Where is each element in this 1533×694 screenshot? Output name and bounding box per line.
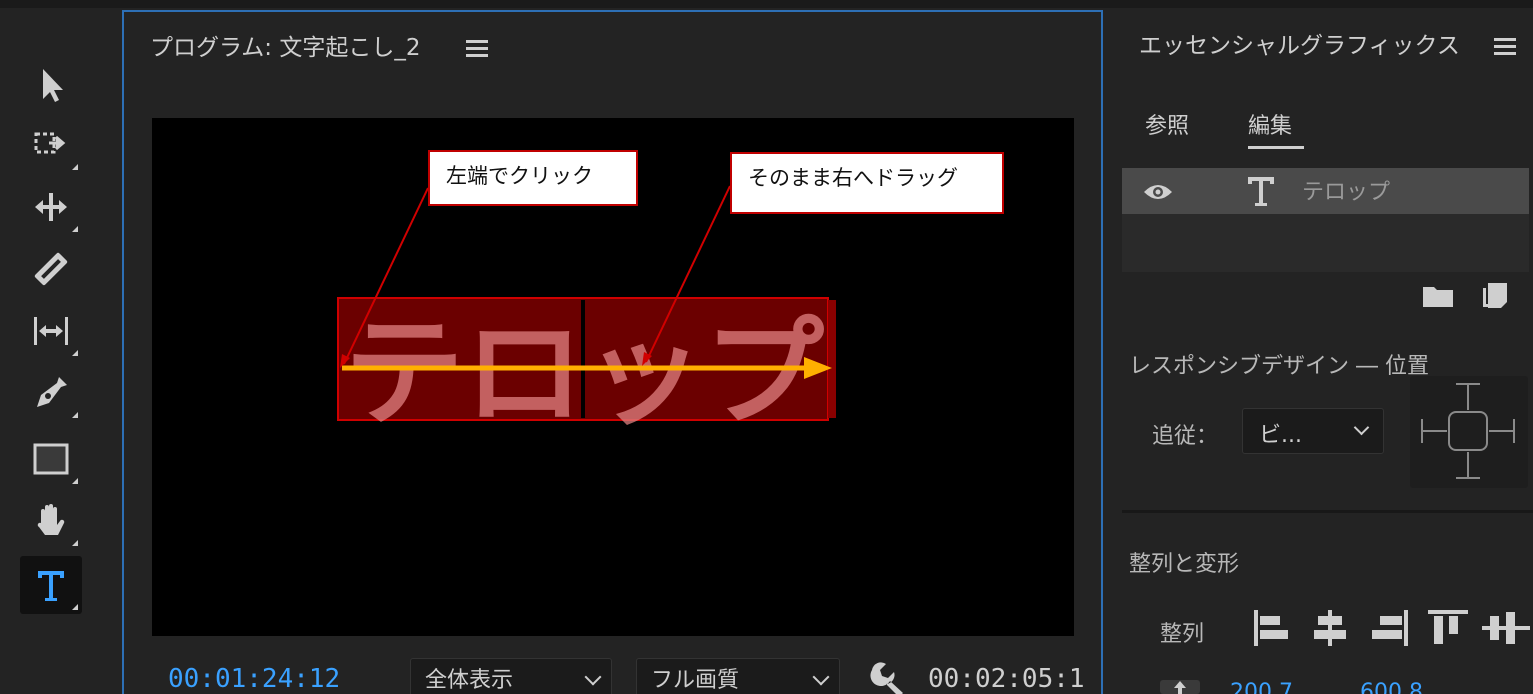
text-layer-icon [1248,177,1274,206]
quality-select[interactable]: フル画質 [636,658,840,694]
hand-tool[interactable] [20,492,82,550]
follow-label: 追従： [1152,424,1219,449]
arrow-icon [43,69,63,102]
new-layer-icon[interactable] [1482,282,1508,308]
tools-panel [0,8,112,694]
callout-left: 左端でクリック [428,150,638,206]
eye-icon[interactable] [1142,182,1174,202]
slip-icon [34,317,68,345]
wrench-icon[interactable] [866,660,906,694]
pen-tool[interactable] [20,364,82,422]
tab-browse[interactable]: 参照 [1145,108,1189,140]
panel-menu-icon[interactable] [466,40,488,58]
section-divider [1122,510,1533,513]
razor-icon [34,252,68,286]
ripple-edit-icon [35,193,67,221]
panel-menu-icon[interactable] [1494,38,1516,56]
layer-row[interactable]: テロップ [1122,168,1529,214]
active-tab-indicator [1248,146,1304,149]
rectangle-tool[interactable] [20,430,82,488]
zoom-select-value: 全体表示 [425,668,514,693]
position-icon [1160,680,1200,694]
responsive-design-label: レスポンシブデザイン ― 位置 [1129,354,1429,379]
layer-list: テロップ [1122,168,1529,272]
align-label: 整列 [1160,622,1205,647]
align-center-horizontal-icon[interactable] [1314,610,1346,646]
quality-select-value: フル画質 [651,668,740,693]
pin-to-widget[interactable] [1410,376,1528,488]
program-monitor-panel: プログラム: 文字起こし_2 テロップ 左端でクリック そのまま右へドラッグ 0… [122,10,1103,694]
align-left-icon[interactable] [1254,610,1288,646]
callout-right: そのまま右へドラッグ [730,152,1004,214]
zoom-select[interactable]: 全体表示 [410,658,612,694]
follow-select-value: ビ... [1259,423,1302,448]
selection-tool[interactable] [20,56,82,114]
track-select-icon [34,132,66,154]
align-transform-label: 整列と変形 [1129,552,1240,577]
align-center-vertical-icon[interactable] [1482,612,1530,644]
slip-tool[interactable] [20,302,82,360]
duration-timecode: 00:02:05:1 [928,664,1085,694]
program-canvas[interactable]: テロップ 左端でクリック そのまま右へドラッグ [152,118,1074,636]
hand-icon [37,504,65,535]
align-buttons [1254,610,1530,646]
razor-tool[interactable] [20,240,82,298]
chevron-down-icon [812,668,830,686]
essential-graphics-title: エッセンシャルグラフィックス [1139,33,1460,59]
track-select-tool[interactable] [20,116,82,174]
type-tool[interactable] [20,556,82,614]
pin-edges-icon [1421,383,1515,479]
text-box-edge [828,300,836,418]
rectangle-icon [33,443,69,475]
layer-name: テロップ [1302,180,1391,205]
align-top-icon[interactable] [1428,610,1468,644]
ripple-edit-tool[interactable] [20,178,82,236]
tab-edit[interactable]: 編集 [1248,108,1292,140]
position-y-value[interactable]: 600.8 [1360,680,1423,694]
align-right-icon[interactable] [1372,610,1408,646]
canvas-text: テロップ [344,304,824,442]
chevron-down-icon [584,668,602,686]
position-x-value[interactable]: 200.7 [1230,680,1293,694]
essential-graphics-panel: エッセンシャルグラフィックス 参照 編集 テロップ レスポンシブデザイン ― 位… [1112,10,1533,694]
current-timecode[interactable]: 00:01:24:12 [168,664,340,694]
new-group-icon[interactable] [1422,284,1454,308]
follow-select[interactable]: ビ... [1242,408,1384,454]
pen-icon [37,377,67,407]
program-monitor-title: プログラム: 文字起こし_2 [150,35,421,61]
type-icon [38,571,64,601]
chevron-down-icon [1353,419,1370,436]
top-strip [0,0,1533,8]
